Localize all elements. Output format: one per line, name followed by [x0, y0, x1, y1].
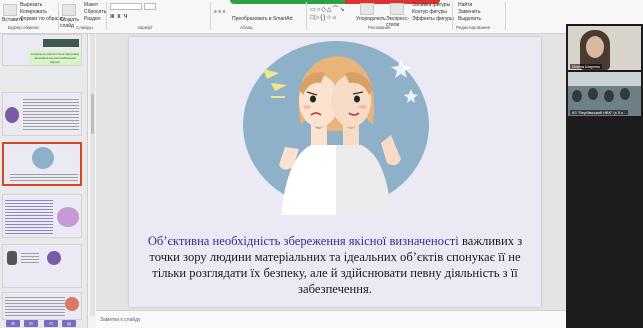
font-group-label: Шрифт: [138, 25, 153, 30]
shape-fill-button[interactable]: Заливка фигуры: [412, 2, 450, 8]
thumbnail-scrollbar[interactable]: [90, 34, 95, 316]
select-button[interactable]: Выделить: [458, 16, 481, 22]
smartart-button[interactable]: Преобразовать в SmartArt: [232, 16, 293, 22]
slide-thumbnail-1[interactable]: Соціально-психологічна підтримка заснова…: [2, 34, 82, 66]
paste-icon[interactable]: [3, 4, 17, 16]
text-direction-button[interactable]: ≡ ≡ ≡: [214, 9, 226, 15]
slide-thumbnail-5[interactable]: [2, 244, 82, 288]
layout-icon-4[interactable]: ▤: [62, 320, 76, 327]
drawing-group-label: Рисование: [368, 25, 391, 30]
slide-thumbnail-6[interactable]: [2, 292, 82, 320]
layout-icon-1[interactable]: ⊞: [6, 320, 20, 327]
cut-button[interactable]: Вырезать: [20, 2, 42, 8]
video-tile-1-name: Олена Шаулюк: [570, 64, 603, 69]
shape-effects-button[interactable]: Эффекты фигуры: [412, 16, 454, 22]
layout-button[interactable]: Макет: [84, 2, 98, 8]
slide-thumbnail-2[interactable]: [2, 92, 82, 136]
video-tile-2[interactable]: КЗ "Вербівський НВК" (з 5 к...: [568, 72, 641, 116]
slide-thumbnail-pane: Соціально-психологічна підтримка заснова…: [0, 34, 88, 328]
layout-icon-3[interactable]: ⊡: [44, 320, 58, 327]
copy-button[interactable]: Копировать: [20, 9, 47, 15]
layout-icon-2[interactable]: ⊟: [24, 320, 38, 327]
slide-thumbnail-4[interactable]: [2, 194, 82, 238]
font-name-field[interactable]: [110, 3, 142, 10]
arrange-button[interactable]: Упорядочить: [356, 16, 386, 22]
quick-styles-icon[interactable]: [390, 3, 404, 15]
thumbnail-1-text: Соціально-психологічна підтримка заснова…: [29, 51, 81, 65]
new-slide-icon[interactable]: [62, 4, 76, 16]
font-format-icons[interactable]: ЖКЧ: [110, 14, 130, 20]
two-faced-woman-illustration: [243, 41, 429, 215]
arrange-icon[interactable]: [360, 3, 374, 15]
slides-group-label: Слайды: [76, 25, 93, 30]
clipboard-group-label: Буфер обмена: [8, 25, 39, 30]
slide-thumbnail-3-selected[interactable]: [2, 142, 82, 186]
editing-group-label: Редактирование: [456, 25, 491, 30]
slide-caption[interactable]: Об’єктивна необхідність збереження якісн…: [139, 233, 531, 297]
shapes-gallery-row2[interactable]: □▷{}☆⌂: [310, 15, 337, 21]
shapes-gallery[interactable]: ▭○◇△⌒↘: [310, 7, 346, 13]
find-button[interactable]: Найти: [458, 2, 472, 8]
video-tile-2-name: КЗ "Вербівський НВК" (з 5 к...: [570, 110, 629, 115]
video-tile-1[interactable]: Олена Шаулюк: [568, 26, 641, 70]
font-size-field[interactable]: [144, 3, 156, 10]
recording-indicator: [230, 0, 440, 4]
notes-pane[interactable]: Заметки к слайду: [96, 310, 566, 328]
section-button[interactable]: Раздел: [84, 16, 101, 22]
reset-button[interactable]: Сбросить: [84, 9, 106, 15]
caption-highlight-text: Об’єктивна необхідність збереження якісн…: [147, 234, 459, 248]
replace-button[interactable]: Заменить: [458, 9, 480, 15]
notes-placeholder: Заметки к слайду: [100, 317, 141, 323]
current-slide[interactable]: Об’єктивна необхідність збереження якісн…: [129, 37, 541, 307]
shape-outline-button[interactable]: Контур фигуры: [412, 9, 447, 15]
paragraph-group-label: Абзац: [240, 25, 253, 30]
ribbon: Вставить Вырезать Копировать Формат по о…: [0, 0, 643, 34]
video-call-panel: Олена Шаулюк КЗ "Вербівський НВК" (з 5 к…: [566, 24, 643, 328]
